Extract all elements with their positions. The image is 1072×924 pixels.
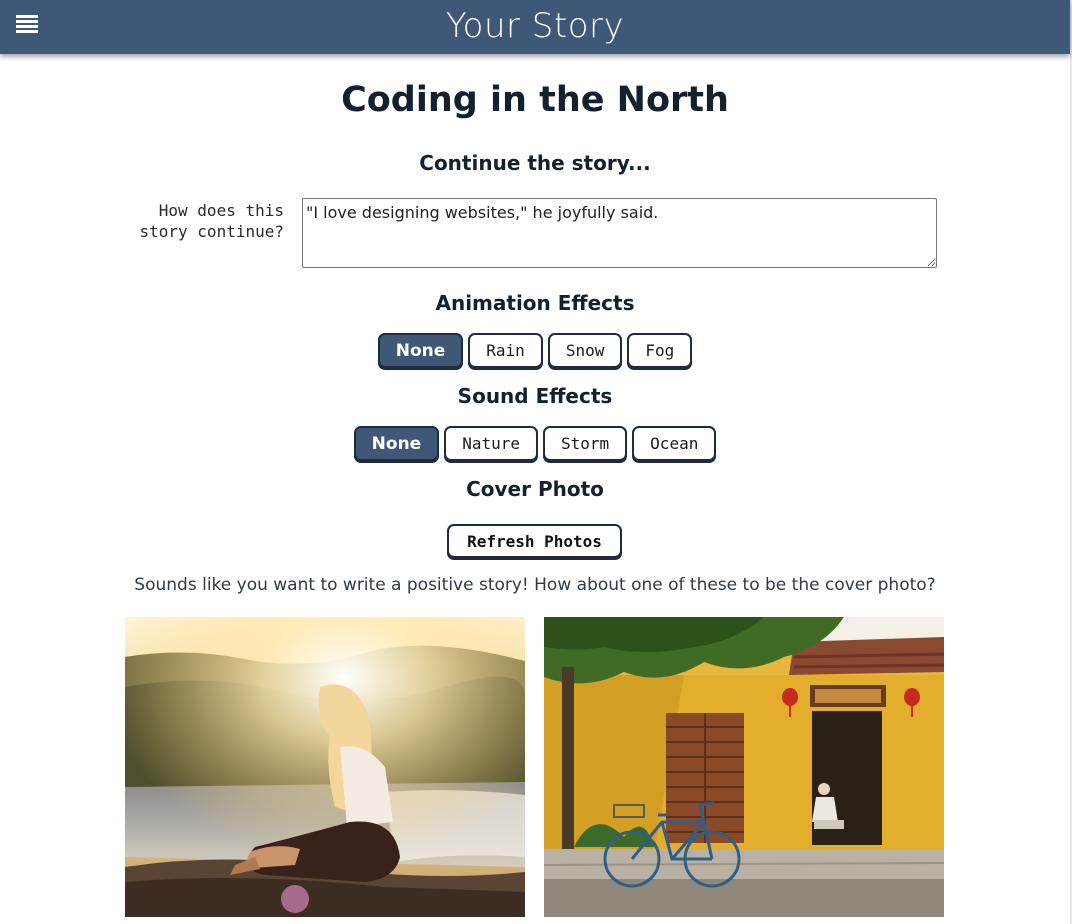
animation-snow-button[interactable]: Snow [547,333,623,368]
app-title: Your Story [445,6,625,46]
animation-none-button[interactable]: None [377,333,464,368]
cover-suggestion-text: Sounds like you want to write a positive… [134,575,936,595]
animation-effects-heading: Animation Effects [435,291,635,315]
animation-rain-button[interactable]: Rain [468,333,543,368]
animation-effects-options: None Rain Snow Fog [0,333,1070,368]
cover-photo-heading: Cover Photo [466,477,604,501]
top-app-bar: Your Story [0,0,1070,54]
story-prompt-label: How does this story continue? [139,201,285,241]
refresh-photos-button[interactable]: Refresh Photos [447,524,622,558]
story-continuation-input[interactable] [302,198,937,268]
sound-effects-heading: Sound Effects [457,384,613,408]
sound-effects-options: None Nature Storm Ocean [0,426,1070,461]
sound-ocean-button[interactable]: Ocean [632,426,717,461]
cover-photo-option-sunset[interactable] [125,617,525,917]
sound-nature-button[interactable]: Nature [444,426,538,461]
sound-storm-button[interactable]: Storm [543,426,628,461]
animation-fog-button[interactable]: Fog [627,333,693,368]
continue-heading: Continue the story... [419,151,651,175]
story-title: Coding in the North [341,80,729,120]
sound-none-button[interactable]: None [353,426,440,461]
cover-photo-option-bicycle[interactable] [544,617,944,917]
